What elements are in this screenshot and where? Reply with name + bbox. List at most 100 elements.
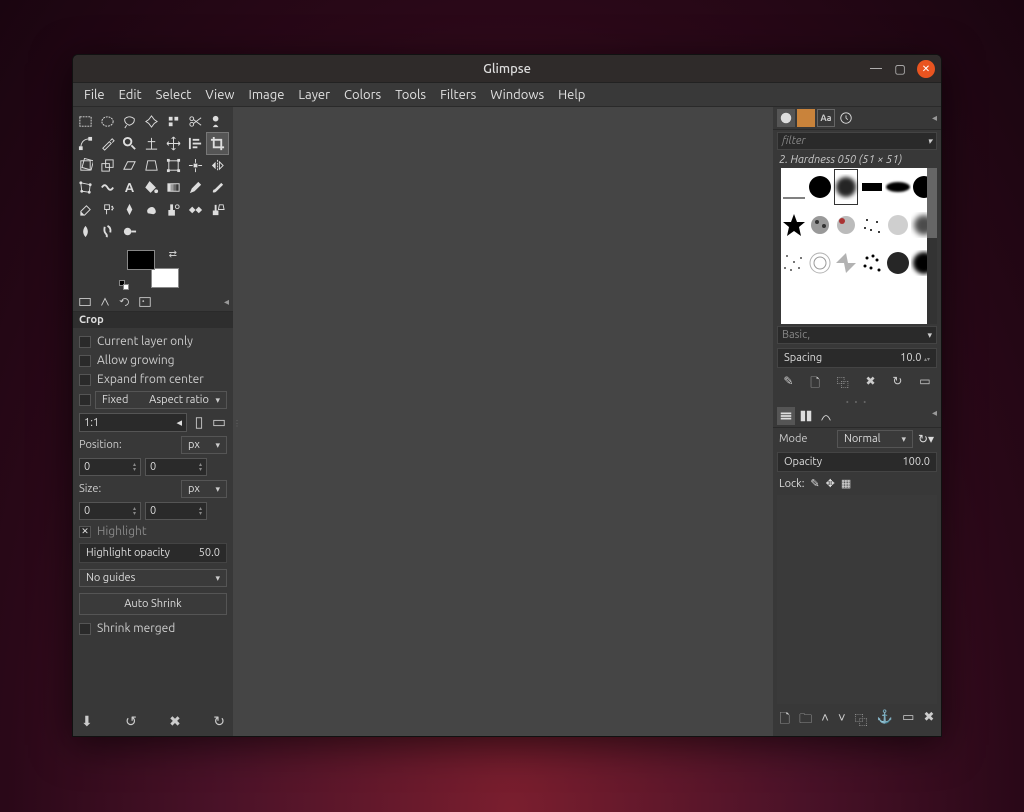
reset-preset-icon[interactable]: ↻ xyxy=(213,713,225,730)
refresh-brush-icon[interactable]: ↻ xyxy=(892,374,902,395)
foreground-color[interactable] xyxy=(127,250,155,270)
lock-alpha-icon[interactable]: ▦ xyxy=(841,477,851,490)
reset-colors-icon[interactable] xyxy=(119,280,129,290)
brush-item[interactable] xyxy=(859,168,885,206)
edit-brush-icon[interactable]: ✎ xyxy=(783,374,793,395)
size-unit-dropdown[interactable]: px▾ xyxy=(181,480,227,498)
menu-layer[interactable]: Layer xyxy=(291,85,337,105)
ellipse-select-tool[interactable] xyxy=(97,111,118,132)
perspective-clone-tool[interactable] xyxy=(207,199,228,220)
scale-tool[interactable] xyxy=(97,155,118,176)
menu-filters[interactable]: Filters xyxy=(433,85,483,105)
landscape-icon[interactable] xyxy=(211,415,227,431)
menu-windows[interactable]: Windows xyxy=(483,85,551,105)
mask-layer-icon[interactable]: ▭ xyxy=(902,710,914,732)
fonts-tab-icon[interactable]: Aa xyxy=(817,109,835,127)
menu-image[interactable]: Image xyxy=(242,85,292,105)
opacity-slider[interactable]: Opacity100.0 xyxy=(777,452,937,472)
clone-tool[interactable] xyxy=(163,199,184,220)
menu-file[interactable]: File xyxy=(77,85,112,105)
brush-item[interactable] xyxy=(781,168,807,206)
brush-filter-input[interactable]: filter▾ xyxy=(777,132,937,150)
dodge-burn-tool[interactable] xyxy=(119,221,140,242)
delete-preset-icon[interactable]: ✖ xyxy=(169,713,181,730)
heal-tool[interactable] xyxy=(185,199,206,220)
auto-shrink-button[interactable]: Auto Shrink xyxy=(79,593,227,615)
scissors-tool[interactable] xyxy=(185,111,206,132)
foreground-select-tool[interactable] xyxy=(207,111,228,132)
raise-layer-icon[interactable]: ˄ xyxy=(821,710,829,732)
duplicate-layer-icon[interactable]: ⿻ xyxy=(855,710,868,732)
lasso-tool[interactable] xyxy=(119,111,140,132)
expand-from-center-checkbox[interactable] xyxy=(79,374,91,386)
fixed-checkbox[interactable] xyxy=(79,394,91,406)
panel-handle-icon[interactable]: ⋮ xyxy=(233,419,239,431)
airbrush-tool[interactable] xyxy=(97,199,118,220)
brush-item[interactable] xyxy=(807,168,833,206)
brush-item[interactable] xyxy=(781,244,807,282)
layers-tab-icon[interactable] xyxy=(777,407,795,425)
paintbrush-tool[interactable] xyxy=(207,177,228,198)
brush-item[interactable] xyxy=(859,244,885,282)
mode-switch-icon[interactable]: ↻▾ xyxy=(917,430,935,448)
lock-position-icon[interactable]: ✥ xyxy=(826,477,835,490)
mypaint-brush-tool[interactable] xyxy=(141,199,162,220)
highlight-opacity-slider[interactable]: Highlight opacity50.0 xyxy=(79,543,227,563)
images-tab-icon[interactable] xyxy=(137,294,153,310)
perspective-tool[interactable] xyxy=(141,155,162,176)
shear-tool[interactable] xyxy=(119,155,140,176)
crop-tool[interactable] xyxy=(207,133,228,154)
unified-transform-tool[interactable] xyxy=(163,155,184,176)
maximize-button[interactable]: ▢ xyxy=(893,62,907,76)
brush-spacing-slider[interactable]: Spacing10.0 ▴▾ xyxy=(777,348,937,368)
bucket-fill-tool[interactable] xyxy=(141,177,162,198)
brush-item[interactable] xyxy=(885,244,911,282)
flip-tool[interactable] xyxy=(207,155,228,176)
background-color[interactable] xyxy=(151,268,179,288)
lower-layer-icon[interactable]: ˅ xyxy=(838,710,846,732)
delete-layer-icon[interactable]: ✖ xyxy=(923,710,934,732)
brush-item[interactable] xyxy=(807,206,833,244)
tool-options-tab-icon[interactable] xyxy=(77,294,93,310)
brush-item[interactable] xyxy=(833,206,859,244)
text-tool[interactable]: A xyxy=(119,177,140,198)
canvas-area[interactable]: ⋮ xyxy=(233,107,773,736)
open-as-image-icon[interactable]: ▭ xyxy=(919,374,930,395)
restore-preset-icon[interactable]: ↺ xyxy=(125,713,137,730)
rotate-tool[interactable] xyxy=(75,155,96,176)
mode-dropdown[interactable]: Normal▾ xyxy=(837,430,913,448)
cage-tool[interactable] xyxy=(75,177,96,198)
size-w-input[interactable]: 0▴▾ xyxy=(79,502,141,520)
paths-tab-icon[interactable] xyxy=(817,407,835,425)
measure-tool[interactable] xyxy=(141,133,162,154)
smudge-tool[interactable] xyxy=(97,221,118,242)
ratio-input[interactable]: 1:1◂ xyxy=(79,413,187,432)
highlight-checkbox[interactable] xyxy=(79,526,91,538)
undo-history-tab-icon[interactable] xyxy=(117,294,133,310)
ink-tool[interactable] xyxy=(119,199,140,220)
blur-tool[interactable] xyxy=(75,221,96,242)
brushes-dock-config-icon[interactable]: ◂ xyxy=(932,112,937,124)
pencil-tool[interactable] xyxy=(185,177,206,198)
dock-config-icon[interactable]: ◂ xyxy=(224,296,229,308)
position-unit-dropdown[interactable]: px▾ xyxy=(181,436,227,454)
eraser-tool[interactable] xyxy=(75,199,96,220)
fuzzy-select-tool[interactable] xyxy=(141,111,162,132)
menu-select[interactable]: Select xyxy=(149,85,199,105)
fg-bg-colors[interactable]: ⇄ xyxy=(127,250,179,288)
delete-brush-icon[interactable]: ✖ xyxy=(866,374,876,395)
menu-edit[interactable]: Edit xyxy=(112,85,149,105)
device-status-tab-icon[interactable] xyxy=(97,294,113,310)
current-layer-only-checkbox[interactable] xyxy=(79,336,91,348)
color-picker-tool[interactable] xyxy=(97,133,118,154)
guides-dropdown[interactable]: No guides▾ xyxy=(79,569,227,587)
minimize-button[interactable]: — xyxy=(869,62,883,76)
swap-colors-icon[interactable]: ⇄ xyxy=(169,248,177,260)
brush-scrollbar[interactable] xyxy=(927,168,937,324)
handle-transform-tool[interactable] xyxy=(185,155,206,176)
menu-tools[interactable]: Tools xyxy=(388,85,433,105)
save-preset-icon[interactable]: ⬇ xyxy=(81,713,93,730)
rect-select-tool[interactable] xyxy=(75,111,96,132)
allow-growing-checkbox[interactable] xyxy=(79,355,91,367)
menu-colors[interactable]: Colors xyxy=(337,85,388,105)
